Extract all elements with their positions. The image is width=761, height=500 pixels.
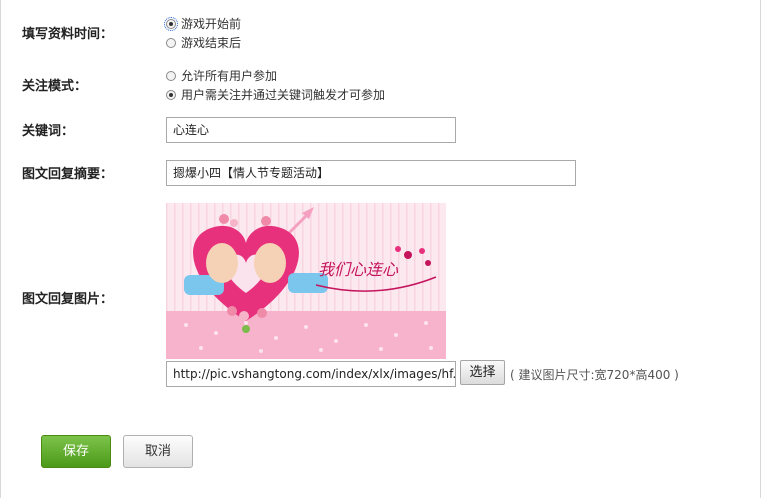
radio-keyword-icon[interactable] bbox=[166, 89, 176, 100]
follow-mode-label: 关注模式： bbox=[22, 79, 88, 94]
save-button[interactable]: 保存 bbox=[41, 435, 111, 468]
picture-size-hint: ( 建议图片尺寸:宽720*高400 ) bbox=[510, 368, 679, 382]
image-caption-text: 我们心连心 bbox=[318, 260, 399, 279]
radio-all-icon[interactable] bbox=[166, 70, 176, 81]
keyword-input[interactable]: 心连心 bbox=[166, 117, 456, 143]
follow-mode-option-keyword-label: 用户需关注并通过关键词触发才可参加 bbox=[181, 88, 386, 102]
picture-url-input[interactable]: http://pic.vshangtong.com/index/xlx/imag… bbox=[166, 361, 456, 387]
cancel-button[interactable]: 取消 bbox=[123, 435, 193, 468]
fill-time-option-after-label: 游戏结束后 bbox=[181, 36, 242, 50]
follow-mode-option-all-label: 允许所有用户参加 bbox=[181, 69, 278, 83]
fill-time-option-before[interactable]: 游戏开始前 bbox=[164, 15, 242, 32]
radio-before-icon[interactable] bbox=[164, 16, 178, 31]
valentine-illustration: 我们心连心 bbox=[166, 203, 446, 359]
reply-picture-preview: 我们心连心 bbox=[166, 203, 446, 359]
follow-mode-option-keyword[interactable]: 用户需关注并通过关键词触发才可参加 bbox=[166, 86, 385, 103]
radio-after-icon[interactable] bbox=[166, 37, 176, 48]
summary-label: 图文回复摘要： bbox=[22, 167, 114, 182]
fill-time-option-before-label: 游戏开始前 bbox=[181, 17, 242, 31]
keyword-label: 关键词： bbox=[22, 124, 75, 139]
follow-mode-option-all[interactable]: 允许所有用户参加 bbox=[166, 67, 277, 84]
fill-time-label: 填写资料时间： bbox=[22, 27, 114, 42]
picture-label: 图文回复图片： bbox=[22, 292, 114, 307]
choose-picture-button[interactable]: 选择 bbox=[460, 360, 505, 385]
summary-input[interactable]: 摁爆小四【情人节专题活动】 bbox=[166, 160, 576, 186]
fill-time-option-after[interactable]: 游戏结束后 bbox=[166, 34, 241, 51]
